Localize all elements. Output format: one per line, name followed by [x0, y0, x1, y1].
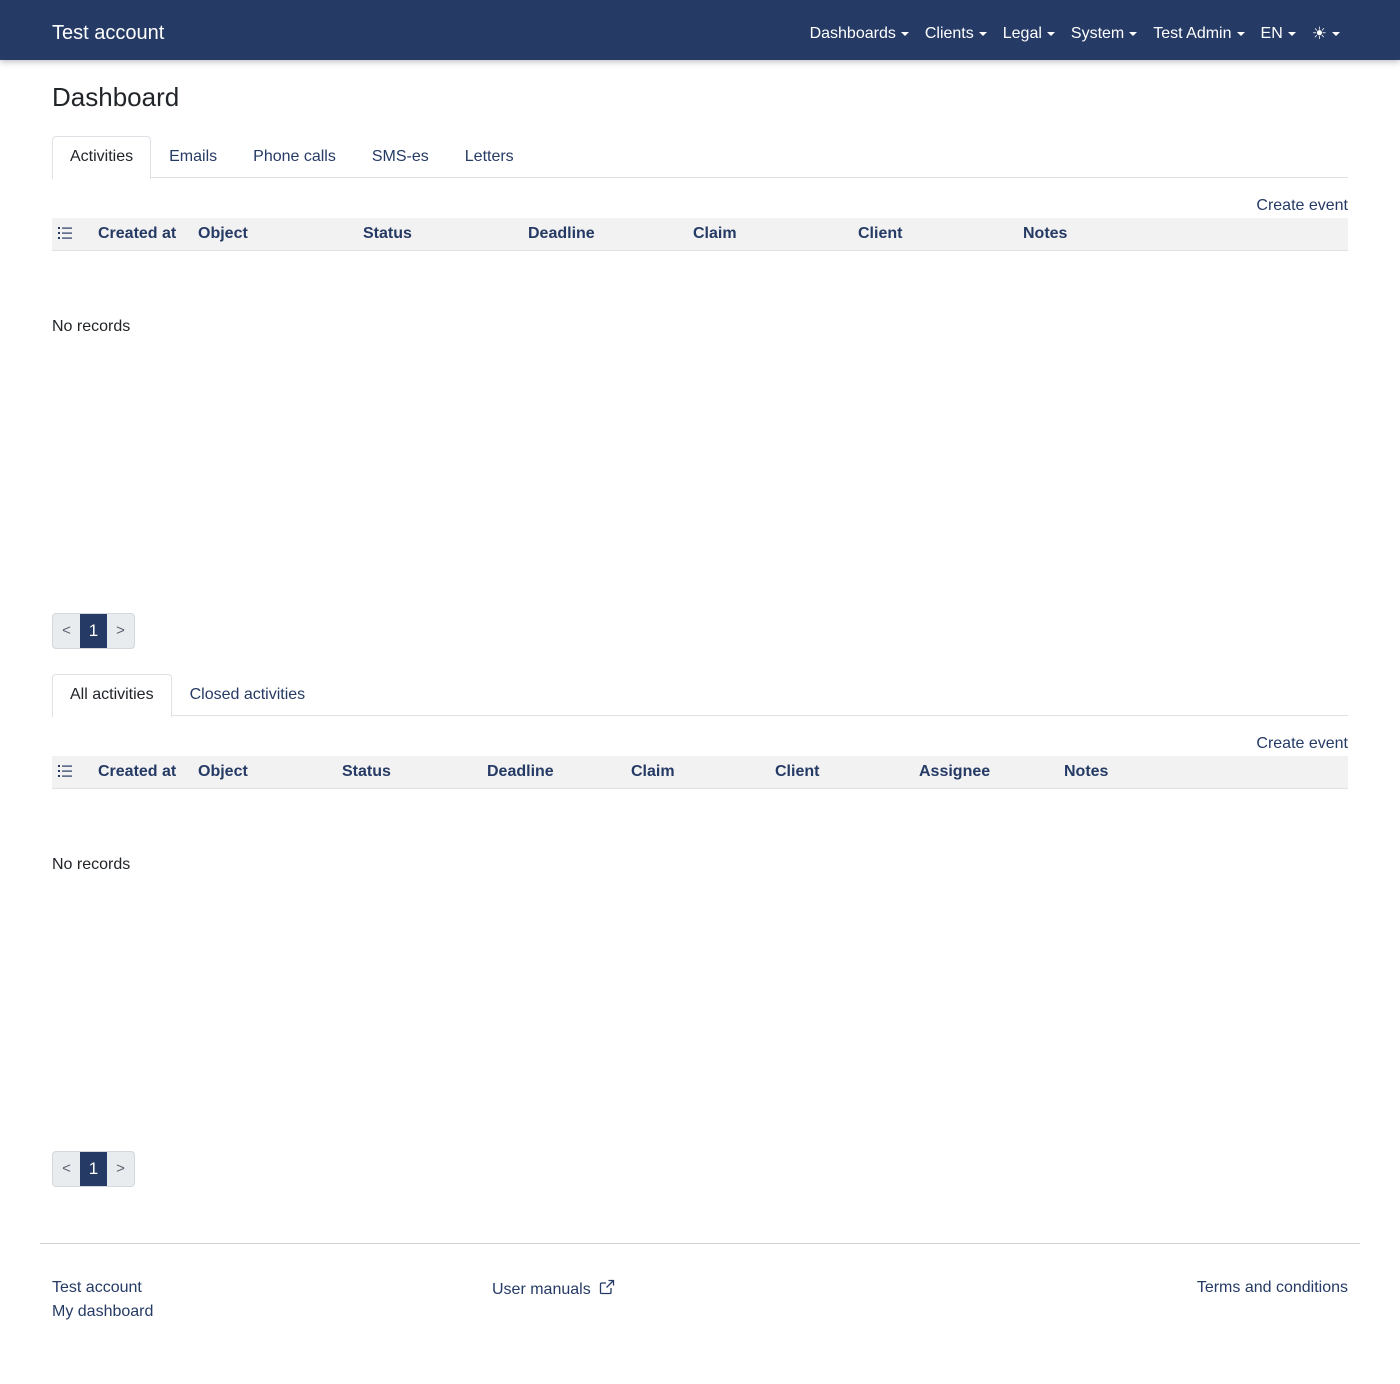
create-event-link[interactable]: Create event — [1256, 735, 1348, 753]
footer-divider — [40, 1243, 1360, 1244]
column-list-icon[interactable] — [58, 765, 72, 777]
caret-down-icon — [1287, 32, 1296, 36]
caret-down-icon — [1129, 32, 1138, 36]
column-created-at[interactable]: Created at — [98, 763, 176, 781]
prev-page-button[interactable]: < — [53, 614, 80, 648]
column-claim[interactable]: Claim — [693, 225, 737, 243]
external-link-icon — [600, 1279, 615, 1295]
brand-link[interactable]: Test account — [52, 22, 164, 45]
sun-icon: ☀ — [1311, 24, 1327, 43]
footer-manuals-link[interactable]: User manuals — [492, 1279, 615, 1299]
column-deadline[interactable]: Deadline — [528, 225, 595, 243]
table-header: Created at Object Status Deadline Claim … — [52, 218, 1348, 251]
column-client[interactable]: Client — [775, 763, 819, 781]
nav-user-dropdown[interactable]: Test Admin — [1153, 25, 1245, 43]
tab-phone-calls[interactable]: Phone calls — [235, 136, 354, 178]
column-status[interactable]: Status — [363, 225, 412, 243]
column-status[interactable]: Status — [342, 763, 391, 781]
column-object[interactable]: Object — [198, 225, 248, 243]
nav-menu: Dashboards Clients Legal System Test Adm… — [810, 25, 1340, 43]
create-event-link[interactable]: Create event — [1256, 197, 1348, 215]
footer-account-link[interactable]: Test account — [52, 1279, 142, 1297]
caret-down-icon — [1046, 32, 1055, 36]
column-notes[interactable]: Notes — [1023, 225, 1067, 243]
nav-theme-dropdown[interactable]: ☀ — [1312, 25, 1340, 43]
top-navbar: Test account Dashboards Clients Legal Sy… — [0, 0, 1400, 60]
caret-down-icon — [900, 32, 909, 36]
nav-dashboards-dropdown[interactable]: Dashboards — [810, 25, 909, 43]
column-deadline[interactable]: Deadline — [487, 763, 554, 781]
column-object[interactable]: Object — [198, 763, 248, 781]
tab-activities[interactable]: Activities — [52, 136, 152, 179]
next-page-button[interactable]: > — [107, 1152, 134, 1186]
activities-tabs: Activities Emails Phone calls SMS-es Let… — [52, 136, 1348, 179]
pagination: < 1 > — [52, 1151, 135, 1187]
prev-page-button[interactable]: < — [53, 1152, 80, 1186]
column-notes[interactable]: Notes — [1064, 763, 1108, 781]
column-assignee[interactable]: Assignee — [919, 763, 990, 781]
nav-system-label: System — [1070, 25, 1125, 42]
page-button-current[interactable]: 1 — [80, 1152, 107, 1186]
column-claim[interactable]: Claim — [631, 763, 675, 781]
tab-emails[interactable]: Emails — [151, 136, 235, 178]
column-list-icon[interactable] — [58, 227, 72, 239]
next-page-button[interactable]: > — [107, 614, 134, 648]
page-title: Dashboard — [52, 82, 180, 112]
tab-letters[interactable]: Letters — [447, 136, 532, 178]
tab-sms-es[interactable]: SMS-es — [354, 136, 447, 178]
nav-system-dropdown[interactable]: System — [1070, 25, 1138, 43]
nav-language-dropdown[interactable]: EN — [1261, 25, 1296, 43]
empty-state-text: No records — [52, 318, 131, 335]
activity-filter-tabs: All activities Closed activities — [52, 674, 1348, 717]
nav-language-label: EN — [1260, 25, 1283, 42]
caret-down-icon — [1332, 32, 1340, 36]
nav-clients-dropdown[interactable]: Clients — [925, 25, 987, 43]
column-client[interactable]: Client — [858, 225, 902, 243]
tab-closed-activities[interactable]: Closed activities — [172, 674, 324, 716]
caret-down-icon — [1236, 32, 1245, 36]
footer-dashboard-link[interactable]: My dashboard — [52, 1303, 153, 1321]
nav-clients-label: Clients — [924, 25, 974, 42]
nav-legal-dropdown[interactable]: Legal — [1003, 25, 1055, 43]
footer-terms-link[interactable]: Terms and conditions — [1197, 1279, 1348, 1297]
table-header: Created at Object Status Deadline Claim … — [52, 756, 1348, 789]
footer-manuals-label: User manuals — [492, 1281, 591, 1298]
empty-state-text: No records — [52, 856, 131, 873]
column-created-at[interactable]: Created at — [98, 225, 176, 243]
nav-legal-label: Legal — [1002, 25, 1042, 42]
tab-all-activities[interactable]: All activities — [52, 674, 172, 717]
nav-dashboards-label: Dashboards — [809, 25, 896, 42]
caret-down-icon — [978, 32, 987, 36]
pagination: < 1 > — [52, 613, 135, 649]
nav-user-label: Test Admin — [1153, 25, 1232, 42]
page-button-current[interactable]: 1 — [80, 614, 107, 648]
